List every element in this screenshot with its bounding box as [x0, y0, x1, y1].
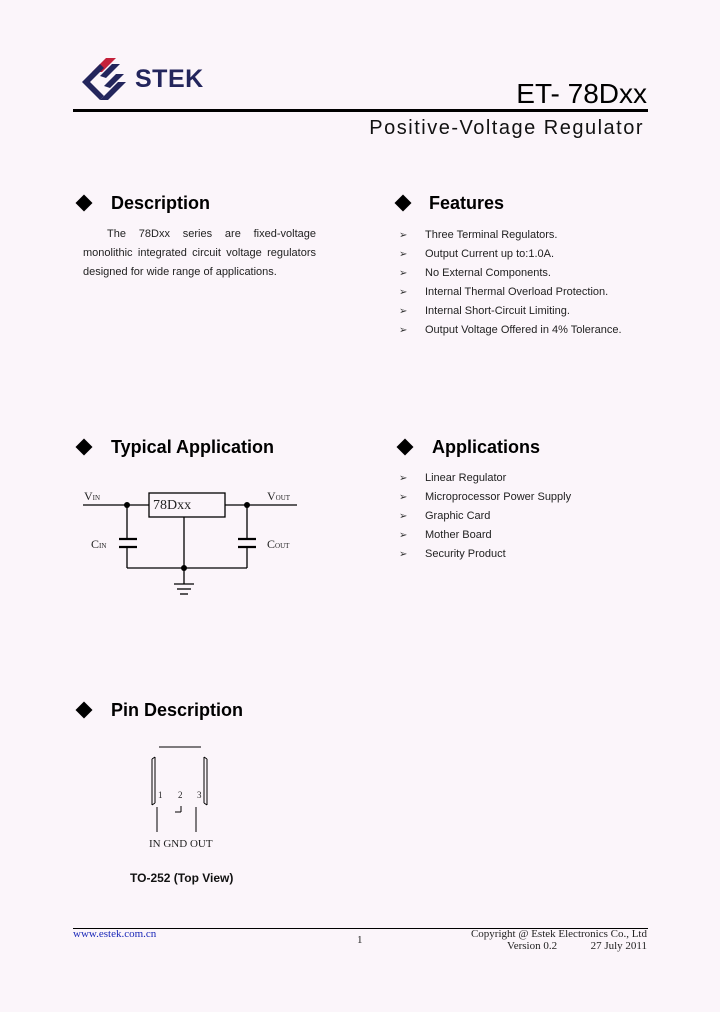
section-diamond-icon: [75, 194, 93, 212]
arrow-bullet-icon: ➢: [399, 473, 408, 484]
copyright-text: Copyright @ Estek Electronics Co., Ltd: [470, 928, 647, 940]
pin-description-heading: Pin Description: [111, 700, 244, 720]
estek-logo-icon: [82, 58, 126, 100]
pin-number-1: 1: [158, 790, 163, 800]
typical-application-heading: Typical Application: [111, 437, 275, 457]
vout-label: VOUT: [267, 489, 291, 503]
arrow-bullet-icon: ➢: [399, 230, 408, 241]
list-item: ➢ Mother Board: [399, 526, 659, 545]
features-list: ➢ Three Terminal Regulators. ➢ Output Curr…: [399, 226, 659, 340]
part-number: ET- 78Dxx: [516, 78, 647, 109]
applications-list: ➢ Linear Regulator ➢ Microprocessor Power …: [399, 469, 659, 564]
list-item: ➢ Three Terminal Regulators.: [399, 226, 659, 245]
junction-dot: [244, 502, 250, 508]
version-text: Version 0.2: [507, 940, 558, 952]
date-text: 27 July 2011: [590, 940, 647, 952]
features-heading: Features: [429, 193, 505, 213]
header-divider: [73, 109, 648, 112]
section-diamond-icon: [394, 194, 412, 212]
arrow-bullet-icon: ➢: [399, 306, 408, 317]
section-diamond-icon: [75, 701, 93, 719]
arrow-bullet-icon: ➢: [399, 511, 408, 522]
description-text: The 78Dxx series are fixed-voltage monol…: [83, 228, 316, 278]
list-item: ➢ Microprocessor Power Supply: [399, 488, 659, 507]
list-item: ➢ No External Components.: [399, 264, 659, 283]
arrow-bullet-icon: ➢: [399, 492, 408, 503]
document-subtitle: Positive-Voltage Regulator: [369, 117, 644, 139]
list-item: ➢ Output Current up to:1.0A.: [399, 245, 659, 264]
cin-label: CIN: [91, 537, 107, 551]
section-diamond-icon: [396, 438, 414, 456]
list-item: ➢ Internal Thermal Overload Protection.: [399, 283, 659, 302]
ic-label: 78Dxx: [153, 498, 192, 513]
arrow-bullet-icon: ➢: [399, 287, 408, 298]
applications-heading: Applications: [432, 437, 541, 457]
cout-label: COUT: [267, 537, 290, 551]
page-number: 1: [357, 934, 363, 946]
junction-dot: [181, 565, 187, 571]
pin-number-3: 3: [197, 790, 202, 800]
arrow-bullet-icon: ➢: [399, 530, 408, 541]
section-diamond-icon: [75, 438, 93, 456]
pin-names: IN GND OUT: [149, 838, 213, 850]
description-heading: Description: [111, 193, 211, 213]
package-caption: TO-252 (Top View): [130, 871, 234, 885]
pin-leads: [156, 815, 197, 832]
website-link[interactable]: www.estek.com.cn: [73, 928, 156, 940]
list-item: ➢ Graphic Card: [399, 507, 659, 526]
list-item: ➢ Linear Regulator: [399, 469, 659, 488]
arrow-bullet-icon: ➢: [399, 325, 408, 336]
to252-package-outline: [151, 746, 208, 815]
arrow-bullet-icon: ➢: [399, 549, 408, 560]
vin-label: VIN: [84, 489, 101, 503]
arrow-bullet-icon: ➢: [399, 268, 408, 279]
list-item: ➢ Internal Short-Circuit Limiting.: [399, 302, 659, 321]
junction-dot: [124, 502, 130, 508]
pin-number-2: 2: [178, 790, 183, 800]
arrow-bullet-icon: ➢: [399, 249, 408, 260]
brand-name: STEK: [135, 65, 204, 93]
list-item: ➢ Security Product: [399, 545, 659, 564]
list-item: ➢ Output Voltage Offered in 4% Tolerance.: [399, 321, 659, 340]
